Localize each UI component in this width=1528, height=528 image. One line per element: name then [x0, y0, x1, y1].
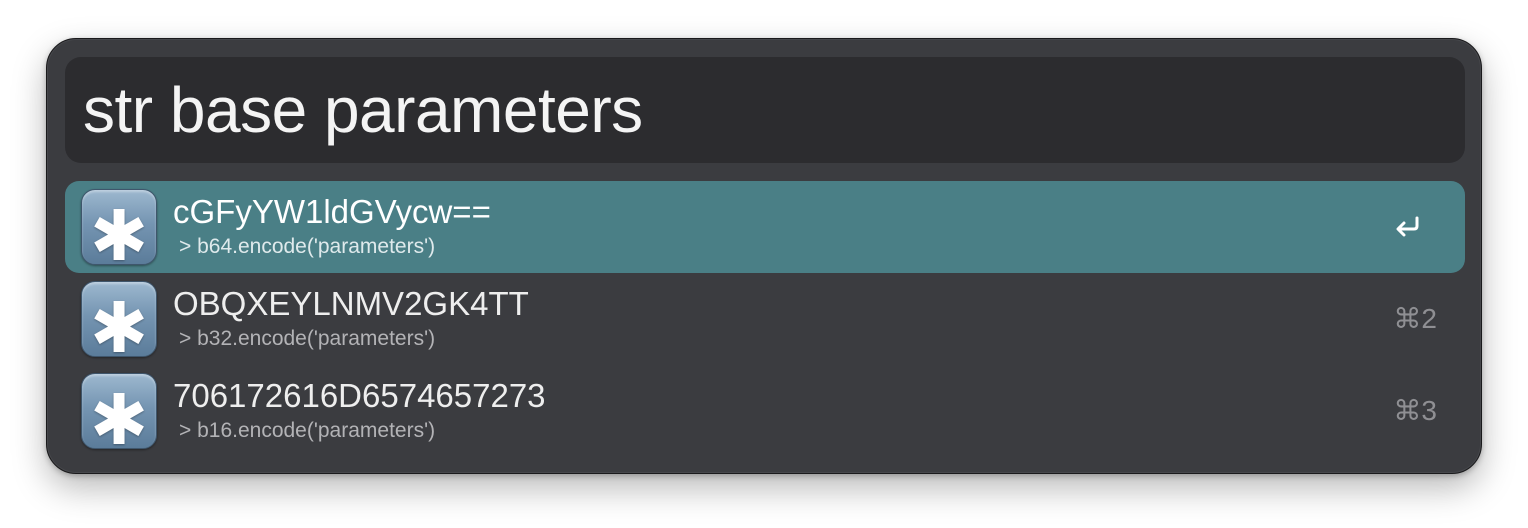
search-input[interactable]: str base parameters: [65, 57, 1465, 163]
results-list: ✱ cGFyYW1ldGVycw== > b64.encode('paramet…: [65, 181, 1465, 457]
asterisk-icon: ✱: [81, 189, 157, 271]
result-item-b32[interactable]: ✱ OBQXEYLNMV2GK4TT > b32.encode('paramet…: [65, 273, 1465, 365]
result-title: 706172616D6574657273: [173, 377, 546, 414]
result-item-b64[interactable]: ✱ cGFyYW1ldGVycw== > b64.encode('paramet…: [65, 181, 1465, 273]
result-title: OBQXEYLNMV2GK4TT: [173, 285, 529, 322]
asterisk-icon: ✱: [81, 281, 157, 363]
search-box[interactable]: str base parameters: [65, 57, 1465, 163]
result-item-b16[interactable]: ✱ 706172616D6574657273 > b16.encode('par…: [65, 365, 1465, 457]
shortcut-label: ⌘2: [1393, 303, 1437, 334]
result-subtitle: > b16.encode('parameters'): [179, 419, 436, 442]
result-subtitle: > b64.encode('parameters'): [179, 235, 436, 258]
result-subtitle: > b32.encode('parameters'): [179, 327, 436, 350]
shortcut-label: ⌘3: [1393, 395, 1437, 426]
result-title: cGFyYW1ldGVycw==: [173, 193, 491, 230]
return-icon: [1396, 216, 1419, 237]
asterisk-icon: ✱: [81, 373, 157, 455]
launcher-window: str base parameters ✱ cGFyYW1ldGVycw== >…: [46, 38, 1482, 474]
